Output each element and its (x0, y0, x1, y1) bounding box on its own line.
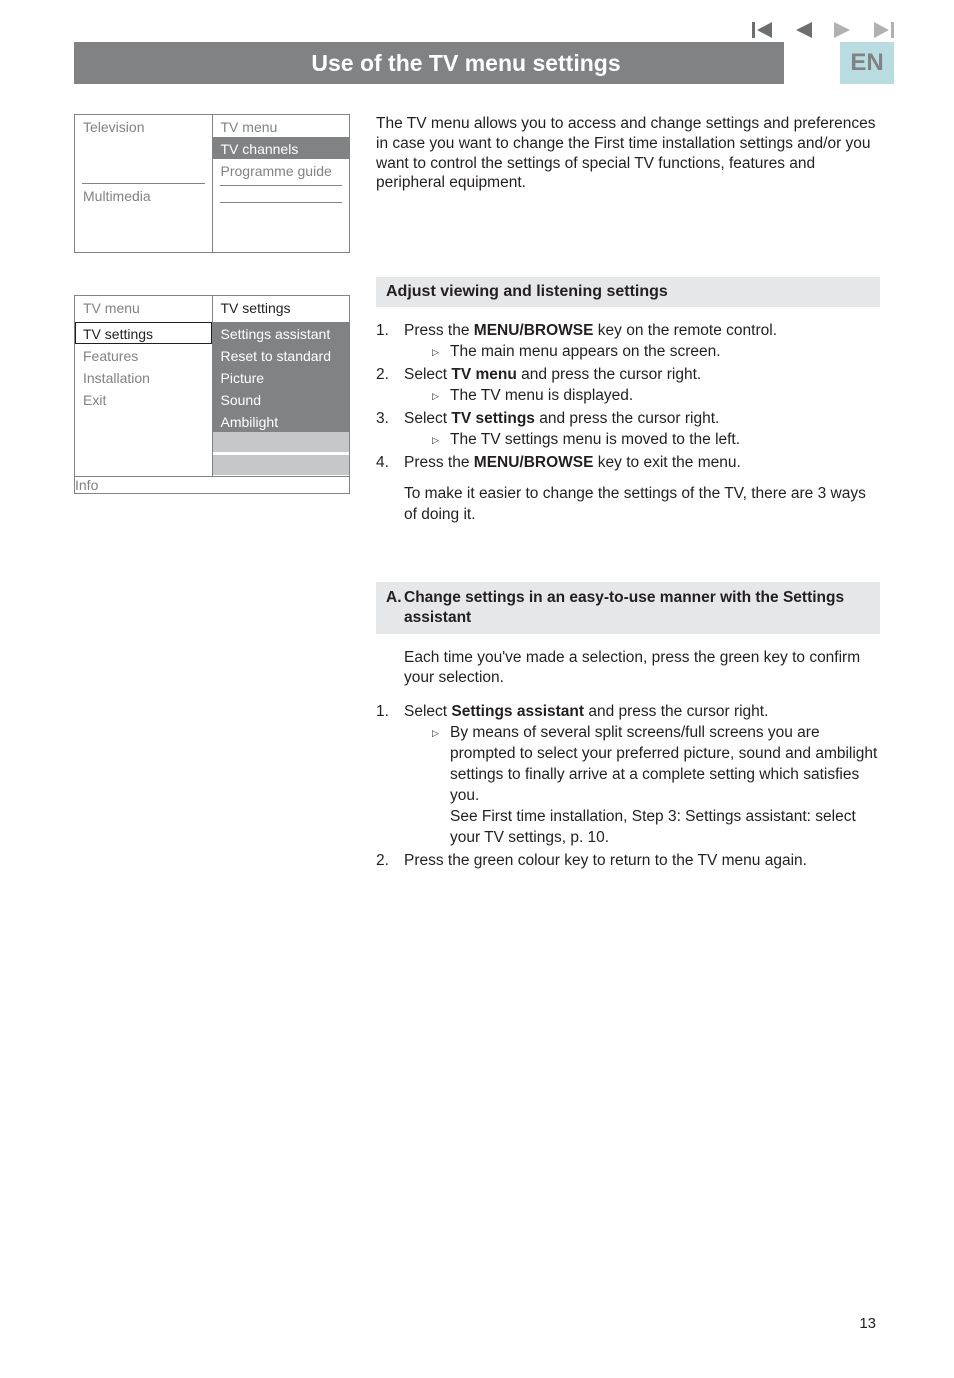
triangle-icon: ▷ (432, 434, 439, 446)
adjust-trailer: To make it easier to change the settings… (376, 484, 880, 526)
menu2-right-blank2 (213, 455, 350, 475)
menu2-left-exit: Exit (75, 388, 212, 410)
sectionA-step-1: 1. Select Settings assistant and press t… (376, 702, 880, 848)
prev-page-icon[interactable] (794, 22, 812, 38)
triangle-icon: ▷ (432, 727, 439, 739)
triangle-icon: ▷ (432, 390, 439, 402)
menu2-header-right: TV settings (213, 296, 350, 318)
menu2-right-sound: Sound (213, 388, 350, 410)
menu2-right-blank1 (213, 432, 350, 452)
adjust-step-3: 3. Select TV settings and press the curs… (376, 409, 880, 451)
adjust-heading: Adjust viewing and listening settings (376, 277, 880, 307)
menu2-left-installation: Installation (75, 366, 212, 388)
sectionA-heading: A.Change settings in an easy-to-use mann… (376, 582, 880, 634)
menu1-left-television: Television (75, 115, 212, 137)
menu2-header-left: TV menu (75, 296, 212, 318)
sectionA-steps: 1. Select Settings assistant and press t… (376, 702, 880, 871)
menu2-right-ambilight: Ambilight (213, 410, 350, 432)
first-page-icon[interactable] (752, 22, 772, 38)
menu2-left-tvsettings: TV settings (75, 322, 212, 344)
menu1-right-tvmenu: TV menu (213, 115, 350, 137)
adjust-step-4: 4. Press the MENU/BROWSE key to exit the… (376, 453, 880, 474)
menu2-right-picture: Picture (213, 366, 350, 388)
sectionA-lead: Each time you've made a selection, press… (376, 648, 880, 688)
adjust-steps: 1. Press the MENU/BROWSE key on the remo… (376, 321, 880, 473)
menu2-left-features: Features (75, 344, 212, 366)
triangle-icon: ▷ (432, 346, 439, 358)
menu1-right-tvchannels: TV channels (213, 137, 350, 159)
sectionA-step-2: 2. Press the green colour key to return … (376, 851, 880, 872)
menu2-info: Info (75, 477, 349, 494)
menu-illustration-main: Television Multimedia TV menu TV channel… (74, 114, 350, 253)
page-number: 13 (859, 1315, 876, 1332)
menu2-right-resettostandard: Reset to standard (213, 344, 350, 366)
menu2-right-settingsassistant: Settings assistant (213, 322, 350, 344)
adjust-step-2: 2. Select TV menu and press the cursor r… (376, 365, 880, 407)
page-title: Use of the TV menu settings (148, 42, 784, 84)
menu1-left-multimedia: Multimedia (75, 184, 212, 206)
next-page-icon[interactable] (834, 22, 852, 38)
menu-illustration-tvsettings: TV menu TV settings Features Installatio… (74, 295, 350, 494)
last-page-icon[interactable] (874, 22, 894, 38)
intro-paragraph: The TV menu allows you to access and cha… (376, 114, 880, 193)
language-badge: EN (840, 42, 894, 84)
menu1-right-programmeguide: Programme guide (213, 159, 350, 181)
pdf-nav-arrows (752, 22, 894, 38)
adjust-step-1: 1. Press the MENU/BROWSE key on the remo… (376, 321, 880, 363)
